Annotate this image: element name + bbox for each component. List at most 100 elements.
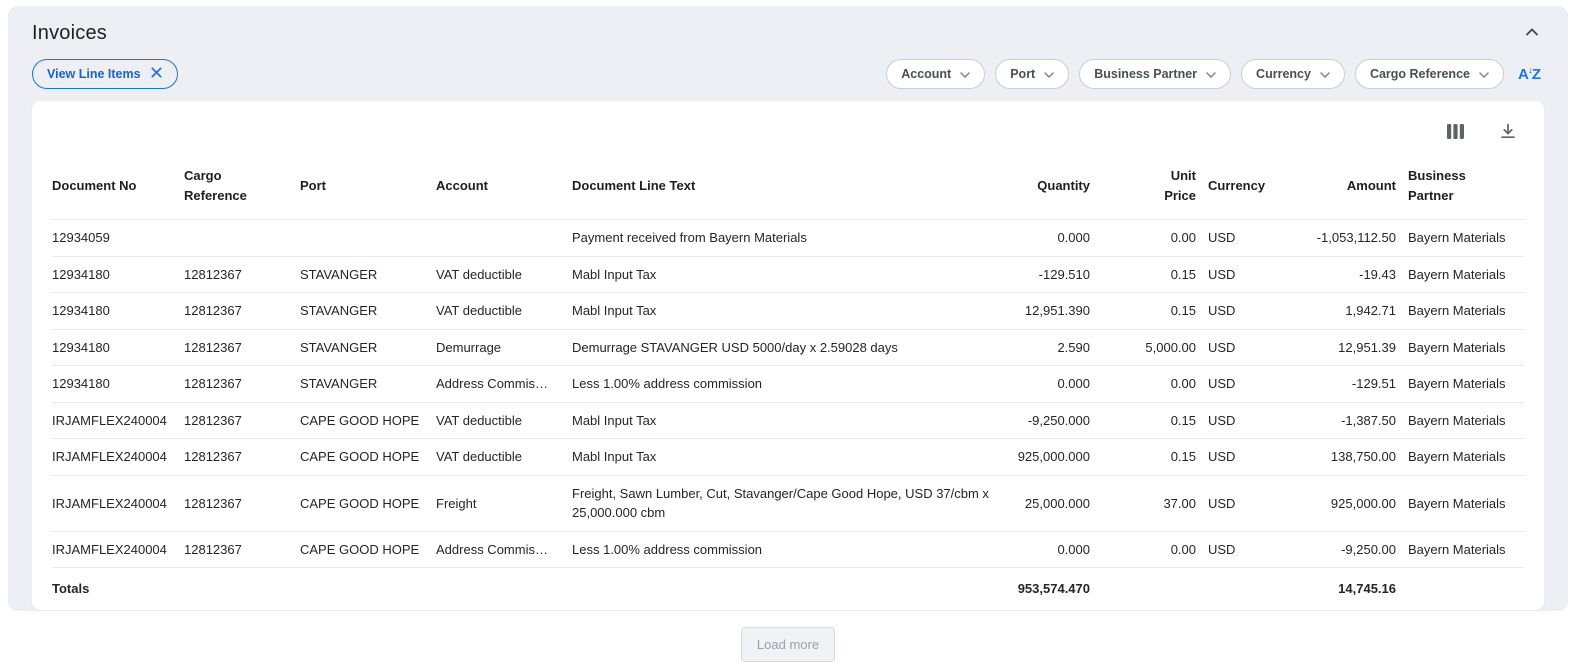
table-cell: 37.00 [1102, 475, 1208, 531]
view-line-items-label: View Line Items [47, 67, 141, 81]
table-cell: Demurrage STAVANGER USD 5000/day x 2.590… [572, 329, 1002, 366]
column-header-label: Cargo Reference [184, 166, 254, 206]
table-cell: 925,000.00 [1278, 475, 1408, 531]
table-cell: Payment received from Bayern Materials [572, 220, 1002, 257]
table-cell: CAPE GOOD HOPE [300, 402, 436, 439]
table-cell: 0.15 [1102, 293, 1208, 330]
table-cell: STAVANGER [300, 329, 436, 366]
column-header-label: Port [300, 176, 326, 196]
column-header-label: Business Partner [1408, 166, 1470, 206]
column-header-document-line-text: Document Line Text [572, 150, 1002, 220]
table-row: 12934059 Payment received from Bayern Mat… [52, 220, 1524, 257]
table-cell: Bayern Materials [1408, 531, 1524, 568]
column-header-label: Account [436, 176, 488, 196]
totals-empty-cell [1102, 568, 1208, 610]
table-cell: Less 1.00% address commission [572, 366, 1002, 403]
totals-row: Totals 953,574.470 14,745.16 [52, 568, 1524, 610]
load-more-button[interactable]: Load more [741, 627, 835, 662]
filter-chip-account[interactable]: Account [886, 59, 985, 89]
column-header-label: Document No [52, 176, 137, 196]
table-cell: 0.15 [1102, 256, 1208, 293]
table-cell: -9,250.00 [1278, 531, 1408, 568]
table-cell: USD [1208, 531, 1278, 568]
table-row: 1293418012812367STAVANGERDemurrageDemurr… [52, 329, 1524, 366]
table-cell: 12934180 [52, 256, 184, 293]
sort-az-button[interactable]: A↓Z [1514, 62, 1544, 87]
table-cell: 0.15 [1102, 439, 1208, 476]
chevron-down-icon [1044, 67, 1054, 81]
table-cell: Less 1.00% address commission [572, 531, 1002, 568]
table-cell: 0.000 [1002, 366, 1102, 403]
table-cell: USD [1208, 366, 1278, 403]
manage-columns-button[interactable] [1443, 120, 1468, 146]
table-cell: 0.000 [1002, 531, 1102, 568]
totals-quantity: 953,574.470 [1002, 568, 1102, 610]
close-icon[interactable] [150, 66, 163, 82]
table-cell: 12812367 [184, 366, 300, 403]
table-cell: 2.590 [1002, 329, 1102, 366]
table-cell: VAT deductible [436, 402, 572, 439]
table-cell: CAPE GOOD HOPE [300, 475, 436, 531]
table-cell: Mabl Input Tax [572, 256, 1002, 293]
totals-empty-cell [300, 568, 436, 610]
filter-chip-business-partner[interactable]: Business Partner [1079, 59, 1231, 89]
download-button[interactable] [1496, 119, 1520, 146]
table-cell: USD [1208, 402, 1278, 439]
table-cell: 12,951.390 [1002, 293, 1102, 330]
table-cell: -1,053,112.50 [1278, 220, 1408, 257]
table-cell: Bayern Materials [1408, 475, 1524, 531]
view-line-items-chip[interactable]: View Line Items [32, 59, 178, 89]
table-cell [184, 220, 300, 257]
table-cell: 1,942.71 [1278, 293, 1408, 330]
panel-header: Invoices [32, 20, 1544, 47]
table-cell: Address Commis… [436, 531, 572, 568]
table-cell: Address Commis… [436, 366, 572, 403]
table-cell: -129.51 [1278, 366, 1408, 403]
table-cell: 0.000 [1002, 220, 1102, 257]
table-cell: Freight, Sawn Lumber, Cut, Stavanger/Cap… [572, 475, 1002, 531]
table-cell: Bayern Materials [1408, 293, 1524, 330]
table-cell [436, 220, 572, 257]
table-cell: -9,250.000 [1002, 402, 1102, 439]
collapse-panel-button[interactable] [1520, 20, 1544, 47]
table-cell: 12812367 [184, 329, 300, 366]
invoices-table: Document No Cargo Reference Port Account Doc… [52, 150, 1524, 610]
table-cell: -129.510 [1002, 256, 1102, 293]
filter-chip-cargo-reference[interactable]: Cargo Reference [1355, 59, 1504, 89]
column-header-port: Port [300, 150, 436, 220]
table-cell: USD [1208, 256, 1278, 293]
table-cell: 12934180 [52, 293, 184, 330]
filter-label: Port [1010, 67, 1035, 81]
download-icon [1500, 123, 1516, 142]
column-header-label: Quantity [1037, 176, 1090, 196]
column-header-currency: Currency [1208, 150, 1278, 220]
table-row: 1293418012812367STAVANGERVAT deductibleM… [52, 256, 1524, 293]
table-row: IRJAMFLEX24000412812367CAPE GOOD HOPEFre… [52, 475, 1524, 531]
column-header-label: Currency [1208, 176, 1265, 196]
table-row: IRJAMFLEX24000412812367CAPE GOOD HOPEVAT… [52, 439, 1524, 476]
table-cell: 0.00 [1102, 531, 1208, 568]
invoices-panel: Invoices View Line Items Account Port [8, 6, 1568, 611]
totals-amount: 14,745.16 [1278, 568, 1408, 610]
table-cell: Mabl Input Tax [572, 293, 1002, 330]
sort-alphabetical-icon: A↓Z [1518, 66, 1540, 83]
totals-empty-cell [184, 568, 300, 610]
table-header-row: Document No Cargo Reference Port Account Doc… [52, 150, 1524, 220]
table-cell: USD [1208, 293, 1278, 330]
totals-empty-cell [436, 568, 572, 610]
filter-chip-currency[interactable]: Currency [1241, 59, 1345, 89]
totals-label: Totals [52, 568, 184, 610]
table-cell: STAVANGER [300, 293, 436, 330]
table-cell: CAPE GOOD HOPE [300, 439, 436, 476]
filter-chip-port[interactable]: Port [995, 59, 1069, 89]
table-cell: 12934059 [52, 220, 184, 257]
table-cell: VAT deductible [436, 439, 572, 476]
table-cell: Bayern Materials [1408, 439, 1524, 476]
chevron-down-icon [1479, 67, 1489, 81]
table-cell: Mabl Input Tax [572, 439, 1002, 476]
table-cell: 925,000.000 [1002, 439, 1102, 476]
table-cell: 12812367 [184, 402, 300, 439]
table-cell: USD [1208, 220, 1278, 257]
table-cell: Bayern Materials [1408, 256, 1524, 293]
column-header-amount: Amount [1278, 150, 1408, 220]
